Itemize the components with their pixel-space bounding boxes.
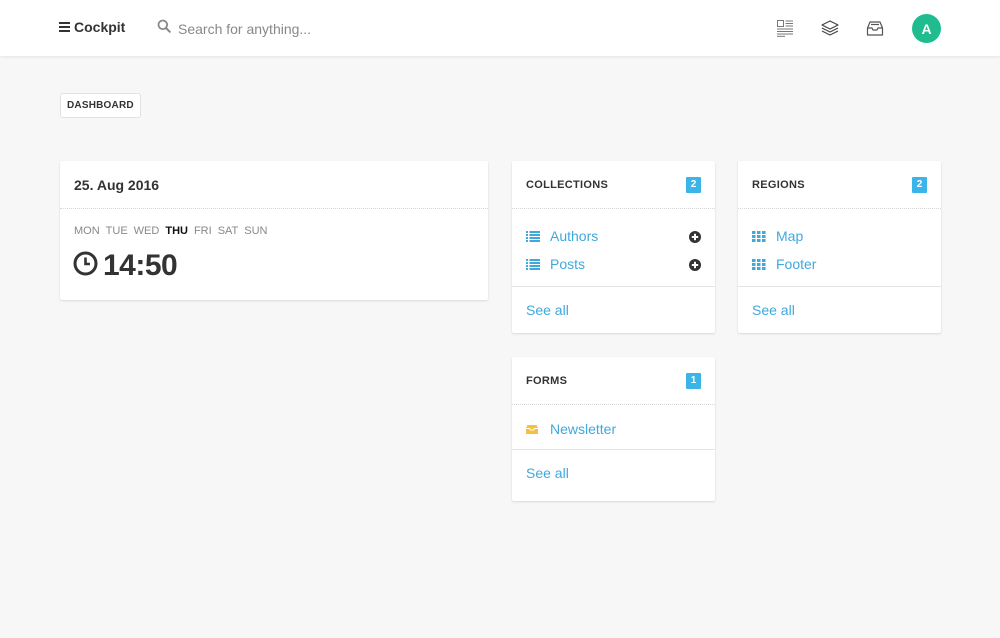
collections-list: Authors Posts: [512, 209, 715, 287]
regions-list: Map Footer: [738, 209, 941, 287]
current-date: 25. Aug 2016: [74, 176, 160, 193]
collection-item-posts[interactable]: Posts: [526, 250, 701, 278]
regions-header: REGIONS 2: [738, 161, 941, 209]
add-entry-icon[interactable]: [689, 258, 701, 271]
weekday-active: THU: [165, 225, 188, 237]
breadcrumb-label: DASHBOARD: [67, 100, 134, 111]
forms-see-all-link[interactable]: See all: [512, 450, 715, 497]
hamburger-icon: [59, 22, 70, 32]
forms-panel: FORMS 1 Newsletter See all: [512, 357, 715, 501]
collections-title: COLLECTIONS: [526, 178, 609, 191]
collection-label: Posts: [550, 256, 586, 272]
collection-item-authors[interactable]: Authors: [526, 222, 701, 250]
search-input[interactable]: [178, 20, 378, 37]
regions-panel: REGIONS 2 Map Footer See all: [738, 161, 941, 333]
region-label: Footer: [776, 256, 817, 272]
inbox-icon[interactable]: [864, 17, 886, 39]
add-entry-icon[interactable]: [689, 230, 701, 243]
current-time: 14:50: [103, 249, 178, 282]
region-item-footer[interactable]: Footer: [752, 250, 927, 278]
weekday-list: MON TUE WED THU FRI SAT SUN: [60, 209, 488, 237]
list-icon: [526, 258, 540, 270]
date-header: 25. Aug 2016: [60, 161, 488, 209]
weekday: MON: [74, 225, 100, 237]
region-label: Map: [776, 228, 804, 244]
regions-count-badge: 2: [912, 176, 927, 193]
collections-header: COLLECTIONS 2: [512, 161, 715, 209]
top-bar: Cockpit A: [0, 0, 1000, 56]
avatar-initial: A: [921, 20, 932, 37]
date-time-widget: 25. Aug 2016 MON TUE WED THU FRI SAT SUN…: [60, 161, 488, 300]
grid-icon: [752, 230, 766, 242]
weekday: SAT: [217, 225, 239, 237]
collections-panel: COLLECTIONS 2 Authors Posts See all: [512, 161, 715, 333]
forms-list: Newsletter: [512, 405, 715, 450]
form-item-newsletter[interactable]: Newsletter: [526, 415, 701, 443]
grid-icon: [752, 258, 766, 270]
list-icon: [526, 230, 540, 242]
brand-menu-button[interactable]: Cockpit: [59, 19, 125, 35]
forms-title: FORMS: [526, 374, 568, 387]
region-item-map[interactable]: Map: [752, 222, 927, 250]
layout-icon[interactable]: [774, 17, 796, 39]
layers-icon[interactable]: [819, 17, 841, 39]
clock-icon: [73, 251, 98, 281]
weekday: FRI: [193, 225, 212, 237]
weekday: TUE: [105, 225, 128, 237]
forms-count-badge: 1: [686, 372, 701, 389]
search-icon: [157, 19, 171, 38]
collection-label: Authors: [550, 228, 599, 244]
clock: 14:50: [60, 237, 488, 283]
breadcrumb-dashboard[interactable]: DASHBOARD: [60, 93, 141, 118]
collections-count-badge: 2: [686, 176, 701, 193]
user-avatar[interactable]: A: [912, 14, 941, 43]
regions-title: REGIONS: [752, 178, 805, 191]
weekday: SUN: [244, 225, 268, 237]
regions-see-all-link[interactable]: See all: [738, 287, 941, 334]
collections-see-all-link[interactable]: See all: [512, 287, 715, 334]
inbox-icon: [526, 424, 540, 434]
brand-label: Cockpit: [74, 19, 126, 35]
search-bar: [157, 19, 378, 38]
form-label: Newsletter: [550, 421, 617, 437]
weekday: WED: [133, 225, 160, 237]
forms-header: FORMS 1: [512, 357, 715, 405]
